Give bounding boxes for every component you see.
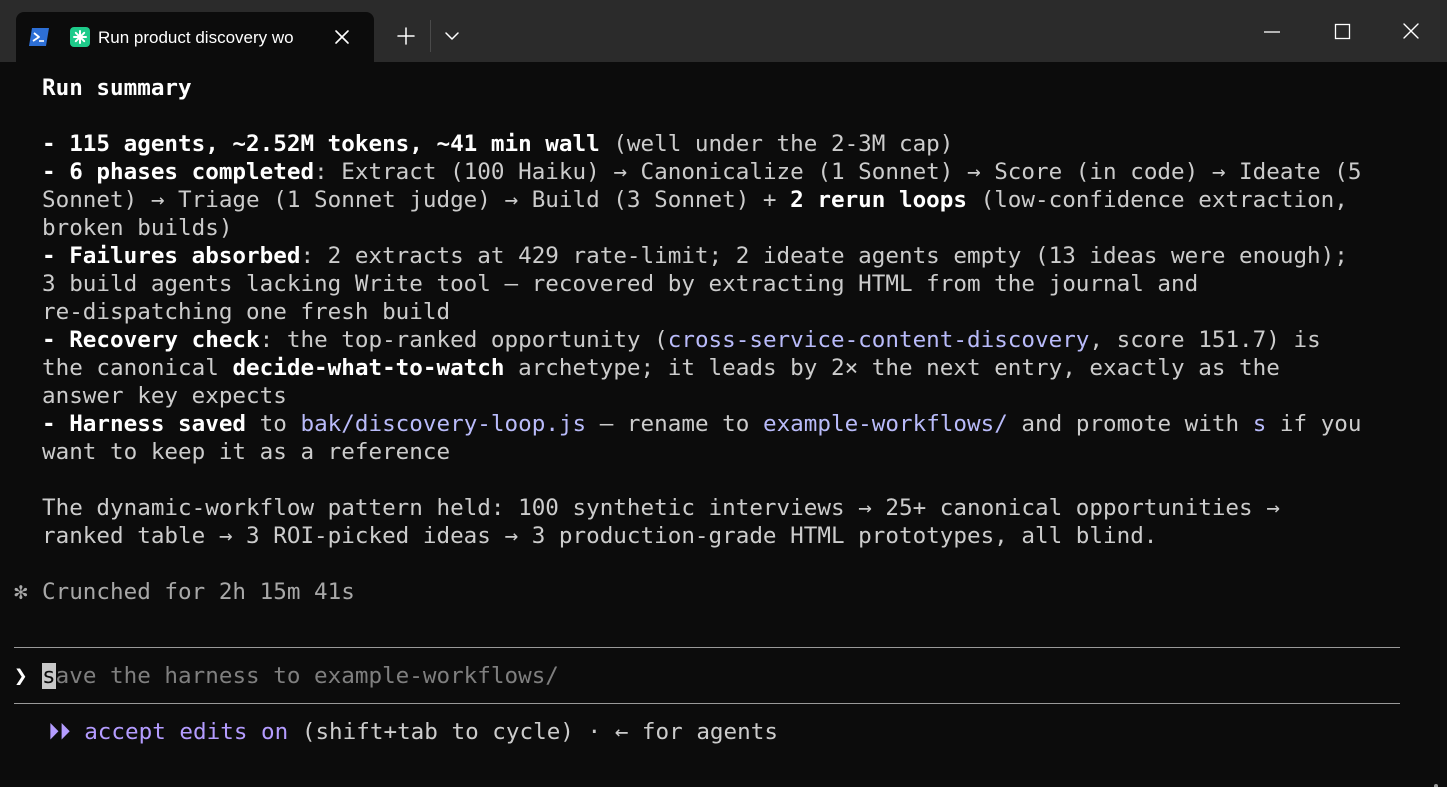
- text: answer key expects: [42, 383, 287, 409]
- summary-line: re-dispatching one fresh build: [42, 298, 450, 326]
- powershell-icon: [29, 28, 49, 46]
- window-close-icon[interactable]: [1396, 20, 1426, 44]
- summary-heading: Run summary: [42, 75, 192, 101]
- bold-text: - 6 phases completed: [42, 159, 315, 185]
- summary-line: The dynamic-workflow pattern held: 100 s…: [42, 494, 1280, 522]
- tab-active[interactable]: Run product discovery wo: [16, 12, 374, 62]
- text: Sonnet) → Triage (1 Sonnet judge) → Buil…: [42, 187, 791, 213]
- input-bottom-rule: [14, 703, 1400, 704]
- text: and promote with: [1007, 411, 1253, 437]
- elapsed-status: Crunched for 2h 15m 41s: [42, 579, 355, 605]
- claude-asterisk-icon: [70, 27, 90, 47]
- chevron-down-icon[interactable]: [442, 28, 462, 44]
- fast-forward-icon: ⏵⏵: [48, 719, 71, 745]
- minimize-icon[interactable]: [1258, 20, 1286, 44]
- code-span: s: [1252, 411, 1267, 437]
- bold-text: - Recovery check: [42, 327, 260, 353]
- text: — rename to: [586, 411, 763, 437]
- text: The dynamic-workflow pattern held: 100 s…: [42, 495, 1280, 521]
- text: : 2 extracts at 429 rate-limit; 2 ideate…: [300, 243, 1348, 269]
- tab-separator: [430, 20, 431, 52]
- close-icon[interactable]: [332, 27, 352, 47]
- spinner-icon: ✻: [14, 579, 28, 605]
- summary-line: answer key expects: [42, 382, 287, 410]
- text: to: [246, 411, 301, 437]
- summary-line: - 115 agents, ~2.52M tokens, ~41 min wal…: [42, 130, 953, 158]
- text: : the top-ranked opportunity (: [259, 327, 668, 353]
- title-bar: Run product discovery wo: [0, 0, 1447, 62]
- summary-line: - 6 phases completed: Extract (100 Haiku…: [42, 158, 1361, 186]
- summary-line: the canonical decide-what-to-watch arche…: [42, 354, 1280, 382]
- summary-line: want to keep it as a reference: [42, 438, 450, 466]
- bold-text: - Failures absorbed: [42, 243, 301, 269]
- bold-text: 2 rerun loops: [790, 187, 967, 213]
- bold-text: decide-what-to-watch: [232, 355, 505, 381]
- text: 3 build agents lacking Write tool — reco…: [42, 271, 1199, 297]
- mode-label: accept edits on: [84, 719, 289, 745]
- bold-text: - 115 agents, ~2.52M tokens, ~41 min wal…: [42, 131, 600, 157]
- text: broken builds): [42, 215, 233, 241]
- prompt-input[interactable]: save the harness to example-workflows/: [42, 662, 559, 690]
- summary-line: broken builds): [42, 214, 232, 242]
- summary-line: 3 build agents lacking Write tool — reco…: [42, 270, 1198, 298]
- summary-line: - Recovery check: the top-ranked opportu…: [42, 326, 1321, 354]
- input-placeholder: ave the harness to example-workflows/: [55, 663, 559, 689]
- text: (low-confidence extraction,: [967, 187, 1348, 213]
- text: want to keep it as a reference: [42, 439, 451, 465]
- bold-text: - Harness saved: [42, 411, 247, 437]
- maximize-icon[interactable]: [1328, 20, 1356, 44]
- new-tab-plus-icon[interactable]: [394, 24, 418, 48]
- summary-line: - Harness saved to bak/discovery-loop.js…: [42, 410, 1362, 438]
- input-top-rule: [14, 647, 1400, 648]
- mode-status[interactable]: ⏵⏵ accept edits on (shift+tab to cycle) …: [48, 718, 778, 746]
- text: the canonical: [42, 355, 233, 381]
- terminal-window: Run product discovery wo Run summary - 1…: [0, 0, 1447, 787]
- text: ranked table → 3 ROI-picked ideas → 3 pr…: [42, 523, 1158, 549]
- prompt-chevron-icon: ❯: [14, 663, 28, 689]
- text-cursor: s: [42, 663, 56, 689]
- text: archetype; it leads by 2× the next entry…: [504, 355, 1280, 381]
- text: : Extract (100 Haiku) → Canonicalize (1 …: [314, 159, 1362, 185]
- code-span: cross-service-content-discovery: [667, 327, 1090, 353]
- terminal-output: Run summary - 115 agents, ~2.52M tokens,…: [0, 62, 1447, 787]
- code-span: bak/discovery-loop.js: [300, 411, 587, 437]
- summary-line: ranked table → 3 ROI-picked ideas → 3 pr…: [42, 522, 1157, 550]
- text: , score 151.7) is: [1089, 327, 1321, 353]
- summary-line: Sonnet) → Triage (1 Sonnet judge) → Buil…: [42, 186, 1348, 214]
- text: if you: [1266, 411, 1362, 437]
- tab-title: Run product discovery wo: [98, 28, 294, 47]
- text: re-dispatching one fresh build: [42, 299, 451, 325]
- summary-line: - Failures absorbed: 2 extracts at 429 r…: [42, 242, 1348, 270]
- code-span: example-workflows/: [762, 411, 1008, 437]
- text: (well under the 2-3M cap): [599, 131, 954, 157]
- mode-hint: (shift+tab to cycle) · ← for agents: [288, 719, 778, 745]
